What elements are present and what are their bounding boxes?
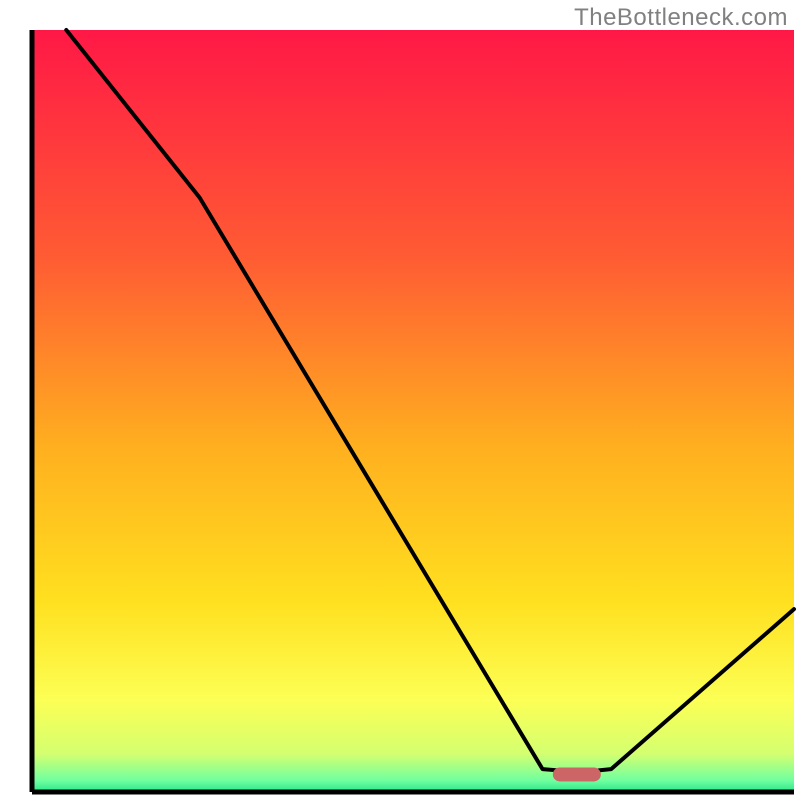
bottleneck-chart: TheBottleneck.com <box>0 0 800 800</box>
chart-canvas <box>0 0 800 800</box>
optimal-marker <box>553 767 601 781</box>
heat-gradient <box>32 30 794 792</box>
watermark-text: TheBottleneck.com <box>574 4 788 32</box>
